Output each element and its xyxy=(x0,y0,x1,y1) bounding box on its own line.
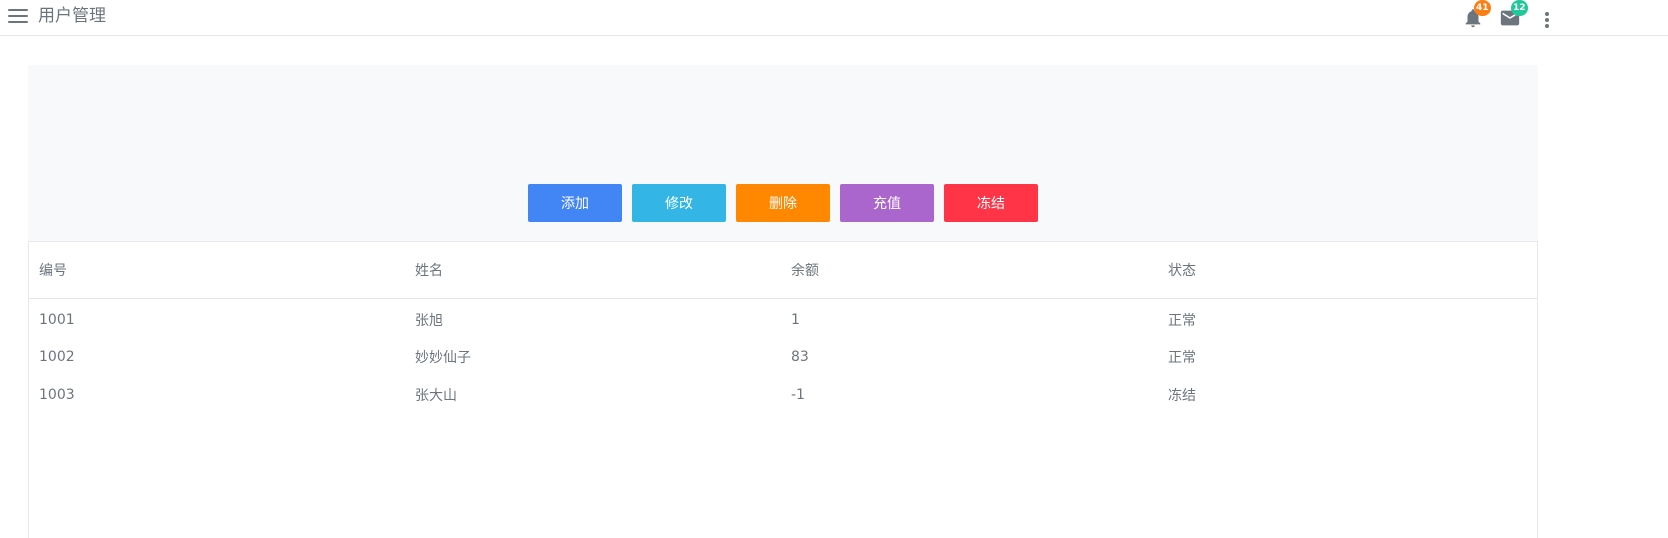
more-vertical-icon xyxy=(1545,12,1549,28)
cell-status: 正常 xyxy=(1168,312,1196,329)
cell-balance: 1 xyxy=(791,311,800,328)
column-header-id: 编号 xyxy=(29,242,405,299)
notification-count-badge: 41 xyxy=(1474,0,1491,16)
content-panel: 添加 修改 删除 充值 冻结 编号 姓名 余额 状态 1001 张旭 1 正常 xyxy=(28,65,1538,538)
edit-button[interactable]: 修改 xyxy=(632,184,726,222)
messages-button[interactable]: 12 xyxy=(1499,0,1528,30)
page-title: 用户管理 xyxy=(38,6,106,26)
cell-name: 张旭 xyxy=(415,312,443,329)
column-header-status: 状态 xyxy=(1158,242,1537,299)
users-table: 编号 姓名 余额 状态 1001 张旭 1 正常 1002 妙妙仙子 83 正常 xyxy=(29,242,1537,414)
table-row[interactable]: 1001 张旭 1 正常 xyxy=(29,299,1537,339)
cell-id: 1003 xyxy=(39,386,75,403)
cell-id: 1002 xyxy=(39,349,75,366)
menu-icon[interactable] xyxy=(8,9,28,25)
more-options-button[interactable] xyxy=(1538,4,1556,30)
column-header-name: 姓名 xyxy=(405,242,781,299)
cell-id: 1001 xyxy=(39,311,75,328)
recharge-button[interactable]: 充值 xyxy=(840,184,934,222)
message-count-badge: 12 xyxy=(1511,0,1528,16)
action-toolbar: 添加 修改 删除 充值 冻结 xyxy=(28,184,1538,222)
delete-button[interactable]: 删除 xyxy=(736,184,830,222)
cell-name: 妙妙仙子 xyxy=(415,350,471,367)
top-navbar: 用户管理 41 12 xyxy=(0,0,1668,36)
users-table-container: 编号 姓名 余额 状态 1001 张旭 1 正常 1002 妙妙仙子 83 正常 xyxy=(28,241,1538,538)
table-header-row: 编号 姓名 余额 状态 xyxy=(29,242,1537,299)
cell-name: 张大山 xyxy=(415,387,457,404)
column-header-balance: 余额 xyxy=(781,242,1158,299)
add-button[interactable]: 添加 xyxy=(528,184,622,222)
cell-status: 正常 xyxy=(1168,350,1196,367)
table-row[interactable]: 1003 张大山 -1 冻结 xyxy=(29,376,1537,414)
notifications-button[interactable]: 41 xyxy=(1462,0,1491,30)
table-row[interactable]: 1002 妙妙仙子 83 正常 xyxy=(29,339,1537,377)
cell-balance: -1 xyxy=(791,386,805,403)
cell-balance: 83 xyxy=(791,349,809,366)
freeze-button[interactable]: 冻结 xyxy=(944,184,1038,222)
cell-status: 冻结 xyxy=(1168,387,1196,404)
